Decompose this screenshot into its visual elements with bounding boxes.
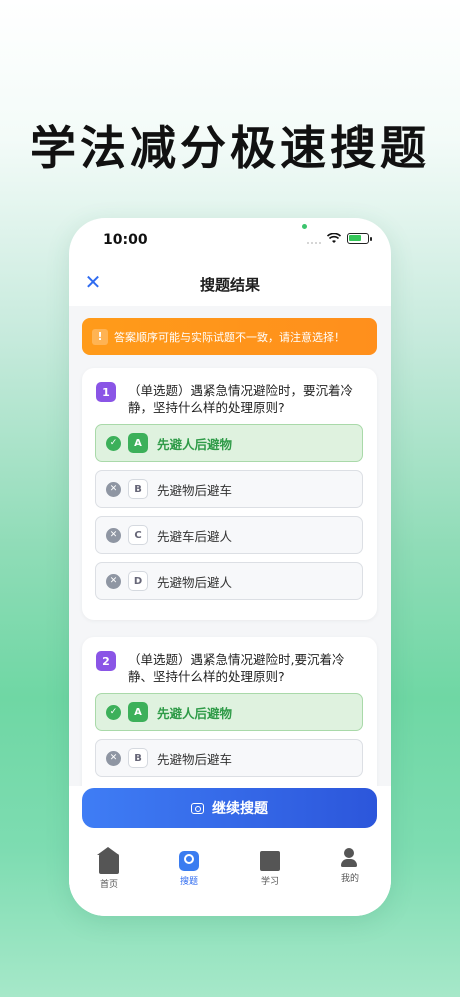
- bottom-area: 继续搜题 首页 搜题 学习 我的: [69, 786, 391, 916]
- check-icon: ✓: [106, 704, 121, 720]
- order-warning-banner: ! 答案顺序可能与实际试题不一致，请注意选择！: [82, 318, 377, 355]
- status-icons: [307, 233, 372, 244]
- status-time: 10:00: [103, 232, 148, 248]
- option-text: 先避物后避车: [157, 751, 233, 767]
- question-card-2: 2 （单选题）遇紧急情况避险时,要沉着冷静、坚持什么样的处理原则? ✓ A 先避…: [82, 637, 377, 786]
- results-list[interactable]: ! 答案顺序可能与实际试题不一致，请注意选择！ 1 （单选题）遇紧急情况避险时，…: [69, 306, 391, 786]
- option-letter: D: [128, 571, 148, 591]
- cross-icon: ✕: [106, 527, 121, 543]
- option-a[interactable]: ✓ A 先避人后避物: [95, 693, 363, 731]
- navbar: ✕ 搜题结果: [69, 262, 391, 306]
- option-letter: A: [128, 702, 148, 722]
- question-number-badge: 1: [96, 382, 116, 402]
- cross-icon: ✕: [106, 750, 121, 766]
- option-letter: C: [128, 525, 148, 545]
- tab-me[interactable]: 我的: [320, 848, 380, 884]
- battery-icon: [347, 233, 372, 244]
- option-c[interactable]: ✕ C 先避车后避人: [95, 516, 363, 554]
- option-b[interactable]: ✕ B 先避物后避车: [95, 470, 363, 508]
- warning-icon: !: [92, 328, 108, 345]
- cross-icon: ✕: [106, 573, 121, 589]
- option-text: 先避人后避物: [157, 436, 233, 452]
- continue-search-label: 继续搜题: [212, 801, 268, 817]
- option-a[interactable]: ✓ A 先避人后避物: [95, 424, 363, 462]
- camera-search-icon: [179, 851, 199, 871]
- option-text: 先避物后避车: [157, 482, 233, 498]
- tab-label: 我的: [340, 874, 359, 884]
- option-text: 先避人后避物: [157, 705, 233, 721]
- phone-frame: 10:00 ✕ 搜题结果 ! 答案顺序可能与实际试题不一致，请注意选择！ 1 （…: [69, 218, 391, 916]
- tab-search[interactable]: 搜题: [159, 848, 219, 887]
- tab-study[interactable]: 学习: [240, 848, 300, 887]
- check-icon: ✓: [106, 435, 121, 451]
- option-d[interactable]: ✕ D 先避物后避人: [95, 562, 363, 600]
- option-text: 先避车后避人: [157, 528, 233, 544]
- option-letter: B: [128, 479, 148, 499]
- user-icon: [340, 848, 360, 868]
- tab-label: 首页: [99, 880, 118, 890]
- question-number-badge: 2: [96, 651, 116, 671]
- question-text: （单选题）遇紧急情况避险时,要沉着冷静、坚持什么样的处理原则?: [128, 652, 345, 684]
- cross-icon: ✕: [106, 481, 121, 497]
- tab-label: 学习: [260, 877, 279, 887]
- option-text: 先避物后避人: [157, 574, 233, 590]
- tab-home[interactable]: 首页: [79, 847, 139, 890]
- continue-search-button[interactable]: 继续搜题: [82, 788, 377, 828]
- warning-text: 答案顺序可能与实际试题不一致，请注意选择！: [114, 330, 345, 344]
- status-bar: 10:00: [69, 218, 391, 262]
- option-letter: B: [128, 748, 148, 768]
- question-card-1: 1 （单选题）遇紧急情况避险时，要沉着冷静，坚持什么样的处理原则? ✓ A 先避…: [82, 368, 377, 620]
- option-letter: A: [128, 433, 148, 453]
- monitor-icon: [260, 851, 280, 871]
- tab-bar: 首页 搜题 学习 我的: [69, 847, 391, 898]
- wifi-icon: [327, 233, 341, 243]
- tab-label: 搜题: [179, 877, 198, 887]
- camera-icon: [191, 802, 204, 814]
- question-text: （单选题）遇紧急情况避险时，要沉着冷静，坚持什么样的处理原则?: [128, 383, 354, 415]
- signal-icon: [307, 234, 321, 244]
- home-icon: [97, 847, 119, 874]
- option-b[interactable]: ✕ B 先避物后避车: [95, 739, 363, 777]
- page-title: 搜题结果: [199, 276, 260, 294]
- promo-headline: 学法减分极速搜题: [30, 121, 430, 175]
